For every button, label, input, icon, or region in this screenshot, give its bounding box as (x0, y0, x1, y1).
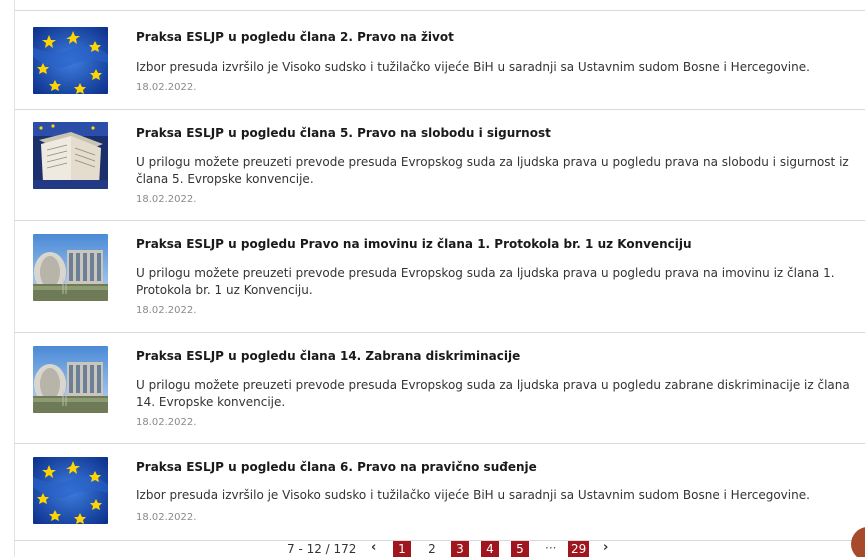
page-link-3[interactable]: 3 (451, 541, 469, 557)
article-title-link[interactable]: Praksa ESLJP u pogledu člana 14. Zabrana… (136, 349, 520, 363)
court-building-image[interactable] (33, 346, 108, 413)
article-item[interactable]: Praksa ESLJP u pogledu Pravo na imovinu … (15, 221, 865, 333)
article-item[interactable]: Praksa ESLJP u pogledu člana 2. Pravo na… (15, 11, 865, 110)
page-link-4[interactable]: 4 (481, 541, 499, 557)
page-link-last[interactable]: 29 (568, 541, 590, 557)
convention-book-image[interactable] (33, 122, 108, 189)
article-description: U prilogu možete preuzeti prevode presud… (136, 155, 849, 186)
article-item[interactable]: Praksa ESLJP u pogledu člana 14. Zabrana… (15, 333, 865, 444)
pagination: 7 - 12 / 172 ‹ 1 2 3 4 5 ··· 29 › (0, 540, 865, 557)
news-list-page: Praksa ESLJP u pogledu člana 2. Pravo na… (0, 0, 865, 557)
pagination-ellipsis: ··· (545, 541, 557, 555)
article-date: 18.02.2022. (136, 194, 197, 205)
article-item[interactable]: Praksa ESLJP u pogledu člana 6. Pravo na… (15, 444, 865, 541)
article-description: U prilogu možete preuzeti prevode presud… (136, 378, 850, 409)
article-title-link[interactable]: Praksa ESLJP u pogledu člana 6. Pravo na… (136, 460, 537, 474)
article-date: 18.02.2022. (136, 417, 197, 428)
page-link-1[interactable]: 1 (393, 541, 411, 557)
prev-page-button[interactable]: ‹ (371, 540, 376, 555)
eu-flag-image[interactable] (33, 457, 108, 524)
next-page-button[interactable]: › (603, 540, 608, 555)
article-description: Izbor presuda izvršilo je Visoko sudsko … (136, 60, 810, 74)
article-date: 18.02.2022. (136, 305, 197, 316)
page-link-5[interactable]: 5 (511, 541, 529, 557)
page-link-2-current[interactable]: 2 (423, 541, 441, 557)
article-date: 18.02.2022. (136, 512, 197, 523)
article-item[interactable]: Praksa ESLJP u pogledu člana 5. Pravo na… (15, 110, 865, 221)
court-building-image[interactable] (33, 234, 108, 301)
article-title-link[interactable]: Praksa ESLJP u pogledu člana 2. Pravo na… (136, 30, 454, 44)
article-description: U prilogu možete preuzeti prevode presud… (136, 266, 835, 297)
article-date: 18.02.2022. (136, 82, 197, 93)
eu-flag-image[interactable] (33, 27, 108, 94)
article-title-link[interactable]: Praksa ESLJP u pogledu Pravo na imovinu … (136, 237, 692, 251)
article-title-link[interactable]: Praksa ESLJP u pogledu člana 5. Pravo na… (136, 126, 551, 140)
article-description: Izbor presuda izvršilo je Visoko sudsko … (136, 488, 810, 502)
pagination-info: 7 - 12 / 172 (287, 542, 357, 556)
